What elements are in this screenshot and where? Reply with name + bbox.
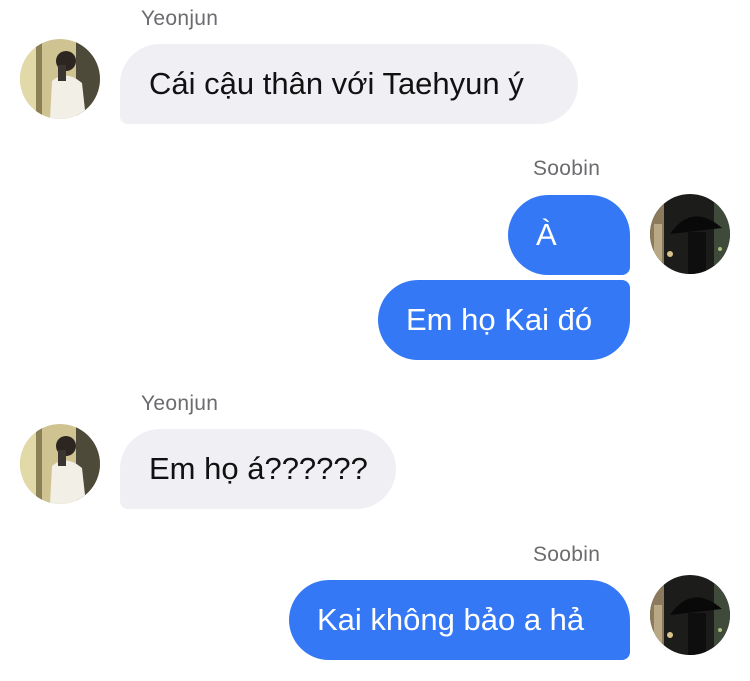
soobin-avatar[interactable]	[650, 575, 730, 655]
sender-name: Yeonjun	[141, 7, 219, 30]
sender-name: Soobin	[533, 543, 601, 566]
message-bubble[interactable]: À	[508, 195, 630, 275]
yeonjun-avatar[interactable]	[20, 39, 100, 119]
message-bubble[interactable]: Cái cậu thân với Taehyun ý	[120, 44, 578, 124]
yeonjun-avatar[interactable]	[20, 424, 100, 504]
message-bubble[interactable]: Em họ á??????	[120, 429, 396, 509]
sender-name: Yeonjun	[141, 392, 219, 415]
message-bubble[interactable]: Kai không bảo a hả	[289, 580, 630, 660]
soobin-avatar[interactable]	[650, 194, 730, 274]
sender-name: Soobin	[533, 157, 601, 180]
message-bubble[interactable]: Em họ Kai đó	[378, 280, 630, 360]
